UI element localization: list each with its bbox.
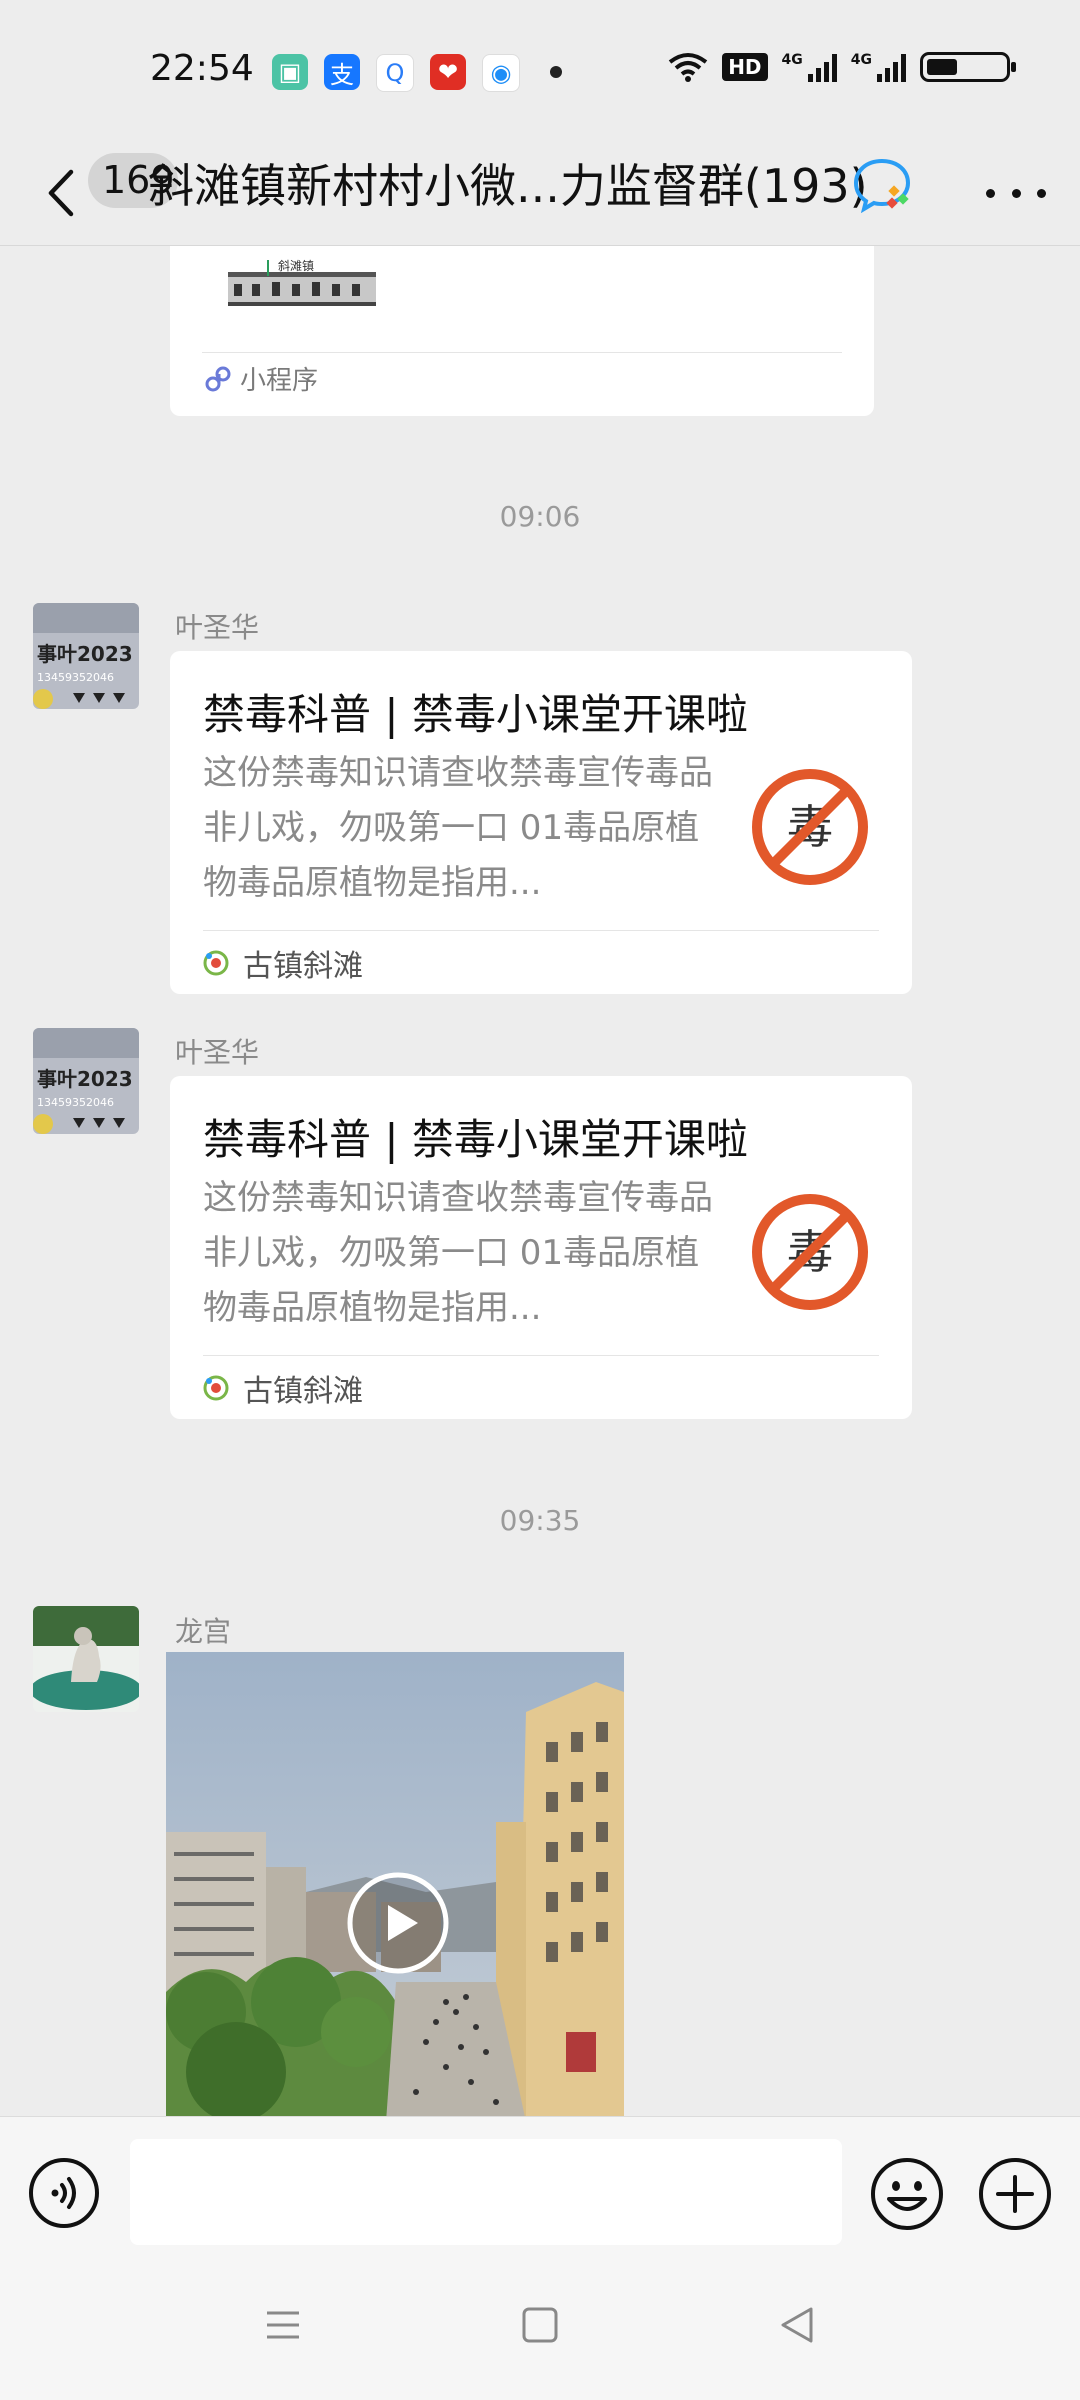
article-description: 这份禁毒知识请查收禁毒宣传毒品非儿戏，勿吸第一口 01毒品原植物毒品原植物是指用…: [203, 1178, 713, 1328]
message-input[interactable]: [130, 2139, 842, 2245]
more-options-button[interactable]: [986, 168, 1046, 218]
back-triangle-icon: [781, 2307, 813, 2343]
mini-program-thumbnail: 斜滩镇: [228, 259, 376, 306]
search-app-icon: Q: [376, 54, 414, 92]
status-right-icons: HD 4G 4G: [668, 52, 1016, 82]
avatar-image: 事叶2023 13459352046: [33, 603, 139, 709]
avatar-image: [33, 1606, 139, 1712]
emoji-icon[interactable]: [870, 2157, 944, 2231]
signal-icon-1: 4G: [782, 52, 837, 82]
no-drugs-icon: 毒: [752, 769, 868, 885]
source-name: 古镇斜滩: [243, 1374, 363, 1409]
avatar-text: 13459352046: [37, 1096, 114, 1109]
sender-name: 叶圣华: [175, 1036, 260, 1069]
more-dot: [1037, 188, 1046, 198]
no-drugs-icon: 毒: [752, 1194, 868, 1310]
article-card[interactable]: 禁毒科普 | 禁毒小课堂开课啦 这份禁毒知识请查收禁毒宣传毒品非儿戏，勿吸第一口…: [170, 1076, 912, 1419]
chat-title[interactable]: 斜滩镇新村村小微...力监督群(193): [148, 150, 868, 216]
mini-program-label: 小程序: [240, 366, 319, 396]
status-time: 22:54: [150, 48, 254, 89]
play-icon[interactable]: [346, 1871, 450, 1975]
message-input-bar: [0, 2116, 1080, 2251]
chat-message-list[interactable]: 斜滩镇 小程序 09:06 事叶2023 13459352046 叶圣华 禁毒科…: [0, 246, 1080, 2116]
enterprise-chat-icon[interactable]: [852, 155, 914, 213]
network-type-label: 4G: [781, 52, 803, 68]
app-notification-icon: ▣: [272, 54, 308, 90]
avatar[interactable]: [33, 1606, 139, 1712]
wifi-icon: [668, 53, 708, 82]
menu-icon: [267, 2311, 299, 2339]
status-bar: 22:54 ▣ 支 Q ❤ ◉ HD 4G 4G: [0, 0, 1080, 140]
avatar-image: 事叶2023 13459352046: [33, 1028, 139, 1134]
battery-level: [927, 59, 957, 75]
system-navigation-bar: [0, 2250, 1080, 2400]
menu-button[interactable]: [248, 2290, 318, 2360]
divider: [202, 352, 842, 353]
timestamp: 09:06: [499, 500, 581, 533]
video-message[interactable]: [166, 1652, 624, 2116]
shopping-app-icon: ❤: [430, 54, 466, 90]
divider: [203, 930, 879, 931]
mini-program-icon: [205, 366, 231, 391]
browser-app-icon: ◉: [482, 54, 520, 92]
sender-name: 龙宫: [175, 1615, 232, 1648]
network-type-label-2: 4G: [850, 52, 872, 68]
avatar-text: 事叶2023: [37, 642, 133, 666]
hd-voice-icon: HD: [722, 53, 768, 81]
article-title: 禁毒科普 | 禁毒小课堂开课啦: [203, 1115, 748, 1164]
mini-program-card[interactable]: 斜滩镇 小程序: [170, 246, 874, 416]
article-description: 这份禁毒知识请查收禁毒宣传毒品非儿戏，勿吸第一口 01毒品原植物毒品原植物是指用…: [203, 753, 713, 903]
divider: [203, 1355, 879, 1356]
chevron-left-icon: [48, 169, 74, 217]
official-account-icon: [203, 1375, 229, 1401]
official-account-icon: [203, 950, 229, 976]
chat-header: 169 斜滩镇新村村小微...力监督群(193): [0, 140, 1080, 246]
home-button[interactable]: [505, 2290, 575, 2360]
source-name: 古镇斜滩: [243, 949, 363, 984]
signal-icon-2: 4G: [851, 52, 906, 82]
mini-thumb-text: 斜滩镇: [278, 259, 314, 273]
more-notifications-dot: [550, 66, 562, 78]
alipay-icon: 支: [324, 54, 360, 90]
battery-icon: [920, 52, 1016, 82]
more-dot: [1011, 188, 1021, 198]
plus-icon[interactable]: [978, 2157, 1052, 2231]
back-button[interactable]: [40, 158, 80, 228]
article-source: 古镇斜滩: [203, 1366, 363, 1410]
more-dot: [986, 188, 995, 198]
timestamp: 09:35: [499, 1504, 581, 1537]
mini-program-footer: 小程序: [204, 360, 318, 397]
voice-input-icon[interactable]: [28, 2157, 100, 2229]
avatar-text: 事叶2023: [37, 1067, 133, 1091]
article-title: 禁毒科普 | 禁毒小课堂开课啦: [203, 690, 748, 739]
sender-name: 叶圣华: [175, 611, 260, 644]
avatar[interactable]: 事叶2023 13459352046: [33, 603, 139, 709]
article-card[interactable]: 禁毒科普 | 禁毒小课堂开课啦 这份禁毒知识请查收禁毒宣传毒品非儿戏，勿吸第一口…: [170, 651, 912, 994]
avatar[interactable]: 事叶2023 13459352046: [33, 1028, 139, 1134]
article-source: 古镇斜滩: [203, 941, 363, 985]
back-nav-button[interactable]: [762, 2290, 832, 2360]
avatar-text: 13459352046: [37, 671, 114, 684]
notification-icons: ▣ 支 Q ❤ ◉: [272, 54, 520, 92]
home-square-icon: [522, 2307, 558, 2343]
